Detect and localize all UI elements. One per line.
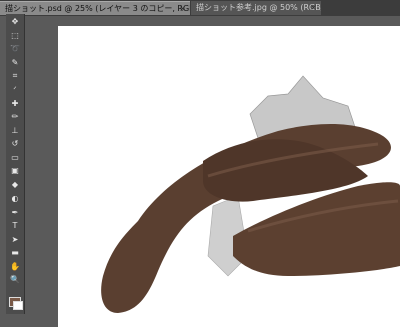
dodge-tool-icon[interactable]: ◐ bbox=[9, 194, 21, 204]
shape-tool-icon[interactable]: ▬ bbox=[9, 248, 21, 258]
document-tab-bar: 描ショット.psd @ 25% (レイヤー 3 のコピー, RGB/8#) * … bbox=[0, 0, 400, 16]
tab-reference-label: 描ショット参考.jpg @ 50% (RGB/8#) bbox=[196, 3, 321, 12]
tab-reference-document[interactable]: 描ショット参考.jpg @ 50% (RGB/8#) × bbox=[191, 1, 321, 15]
background-color-swatch[interactable] bbox=[13, 301, 23, 310]
marquee-tool-icon[interactable]: ⬚ bbox=[9, 31, 21, 41]
close-icon[interactable]: × bbox=[310, 1, 317, 15]
lasso-tool-icon[interactable]: ➰ bbox=[9, 44, 21, 54]
path-select-tool-icon[interactable]: ➤ bbox=[9, 235, 21, 245]
close-icon[interactable]: × bbox=[179, 2, 186, 15]
tools-panel: ✥ ⬚ ➰ ✎ ⌗ ᐟ ✚ ✏ ⊥ ↺ ▭ ▣ ◆ ◐ ✒ T ➤ ▬ ✋ 🔍 bbox=[6, 14, 25, 314]
tab-active-document[interactable]: 描ショット.psd @ 25% (レイヤー 3 のコピー, RGB/8#) * … bbox=[0, 1, 190, 15]
brush-tool-icon[interactable]: ✏ bbox=[9, 112, 21, 122]
eyedropper-tool-icon[interactable]: ᐟ bbox=[9, 85, 21, 95]
eraser-tool-icon[interactable]: ▭ bbox=[9, 153, 21, 163]
crop-tool-icon[interactable]: ⌗ bbox=[9, 71, 21, 81]
move-tool-icon[interactable]: ✥ bbox=[9, 17, 21, 27]
zoom-tool-icon[interactable]: 🔍 bbox=[9, 275, 21, 285]
tab-active-label: 描ショット.psd @ 25% (レイヤー 3 のコピー, RGB/8#) * bbox=[5, 4, 190, 13]
pen-tool-icon[interactable]: ✒ bbox=[9, 208, 21, 218]
hand-tool-icon[interactable]: ✋ bbox=[9, 262, 21, 272]
quick-select-tool-icon[interactable]: ✎ bbox=[9, 58, 21, 68]
blur-tool-icon[interactable]: ◆ bbox=[9, 180, 21, 190]
healing-tool-icon[interactable]: ✚ bbox=[9, 99, 21, 109]
history-brush-tool-icon[interactable]: ↺ bbox=[9, 139, 21, 149]
type-tool-icon[interactable]: T bbox=[9, 221, 21, 231]
stamp-tool-icon[interactable]: ⊥ bbox=[9, 126, 21, 136]
gradient-tool-icon[interactable]: ▣ bbox=[9, 166, 21, 176]
canvas-artwork bbox=[101, 75, 400, 314]
